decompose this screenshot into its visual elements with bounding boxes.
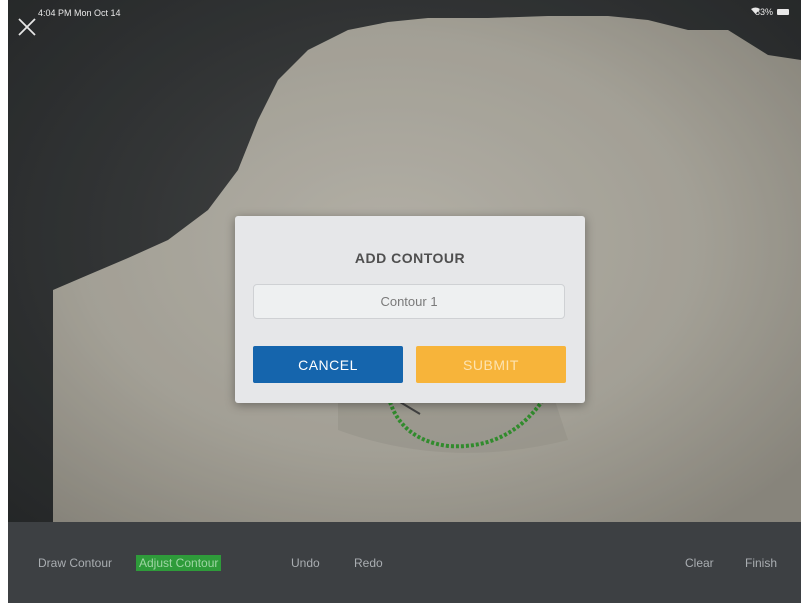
dialog-title: ADD CONTOUR xyxy=(354,250,466,266)
3d-model-viewport[interactable]: 4:04 PM Mon Oct 14 83% ADD CONTOUR CANCE… xyxy=(8,0,801,522)
close-button[interactable] xyxy=(16,16,38,38)
bottom-toolbar: Draw Contour Adjust Contour Undo Redo Cl… xyxy=(8,522,801,603)
status-bar: 4:04 PM Mon Oct 14 83% xyxy=(8,0,801,20)
draw-contour-button[interactable]: Draw Contour xyxy=(38,556,112,570)
submit-button[interactable]: SUBMIT xyxy=(416,346,566,383)
status-time: 4:04 PM Mon Oct 14 xyxy=(38,8,121,18)
undo-button[interactable]: Undo xyxy=(291,556,320,570)
status-indicators: 83% xyxy=(750,7,789,17)
battery-icon xyxy=(777,9,789,15)
redo-button[interactable]: Redo xyxy=(354,556,383,570)
close-icon xyxy=(18,18,36,36)
add-contour-dialog: ADD CONTOUR CANCEL SUBMIT xyxy=(235,216,585,403)
clear-button[interactable]: Clear xyxy=(685,556,714,570)
adjust-contour-button[interactable]: Adjust Contour xyxy=(136,555,222,571)
contour-name-input[interactable] xyxy=(253,284,565,319)
finish-button[interactable]: Finish xyxy=(745,556,777,570)
cancel-button[interactable]: CANCEL xyxy=(253,346,403,383)
screen: 4:04 PM Mon Oct 14 83% ADD CONTOUR CANCE… xyxy=(8,0,801,603)
